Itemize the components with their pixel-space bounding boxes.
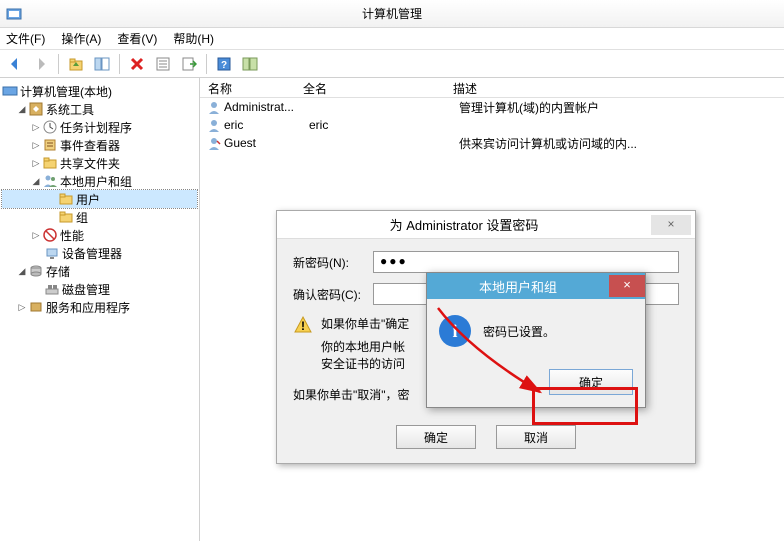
tree-label: 服务和应用程序 xyxy=(46,299,130,316)
dialog-title: 本地用户和组 xyxy=(427,277,609,296)
collapse-icon[interactable]: ◢ xyxy=(16,266,28,277)
tree-label: 组 xyxy=(76,209,88,226)
expand-icon[interactable]: ▷ xyxy=(30,230,42,241)
window-title: 计算机管理 xyxy=(362,5,422,22)
header-name[interactable]: 名称 xyxy=(200,78,295,97)
toolbar-sep xyxy=(206,54,207,74)
help-button[interactable]: ? xyxy=(213,53,235,75)
show-hide-button[interactable] xyxy=(91,53,113,75)
expand-icon[interactable]: ▷ xyxy=(30,140,42,151)
tree-performance[interactable]: ▷ 性能 xyxy=(2,226,197,244)
tree-groups[interactable]: 组 xyxy=(2,208,197,226)
cell-desc: 管理计算机(域)的内置帐户 xyxy=(459,99,784,116)
tree-device-manager[interactable]: 设备管理器 xyxy=(2,244,197,262)
user-icon xyxy=(206,99,222,115)
cancel-button[interactable]: 取消 xyxy=(496,425,576,449)
menu-help[interactable]: 帮助(H) xyxy=(173,30,214,47)
cell-name: eric xyxy=(224,118,309,132)
header-fullname[interactable]: 全名 xyxy=(295,78,445,97)
cell-name: Guest xyxy=(224,136,309,150)
forward-button[interactable] xyxy=(30,53,52,75)
tree-label: 系统工具 xyxy=(46,101,94,118)
expand-icon[interactable]: ▷ xyxy=(16,302,28,313)
dialog-title-bar[interactable]: 本地用户和组 × xyxy=(427,273,645,299)
column-headers: 名称 全名 描述 xyxy=(200,78,784,98)
tree-local-users[interactable]: ◢ 本地用户和组 xyxy=(2,172,197,190)
menu-file[interactable]: 文件(F) xyxy=(6,30,45,47)
svg-text:?: ? xyxy=(221,60,227,71)
info-icon: i xyxy=(439,315,471,347)
cell-full: eric xyxy=(309,118,459,132)
list-item[interactable]: Administrat... 管理计算机(域)的内置帐户 xyxy=(200,98,784,116)
warning-text: 如果你单击"取消"，密 xyxy=(293,388,410,402)
tree-panel: 计算机管理(本地) ◢ 系统工具 ▷ 任务计划程序 ▷ 事件查看器 ▷ 共享文件夹 ◢ 本… xyxy=(0,78,200,541)
list-item[interactable]: Guest 供来宾访问计算机或访问域的内... xyxy=(200,134,784,152)
toolbar-sep xyxy=(119,54,120,74)
tree-label: 性能 xyxy=(60,227,84,244)
tree-event-viewer[interactable]: ▷ 事件查看器 xyxy=(2,136,197,154)
tree-label: 磁盘管理 xyxy=(62,281,110,298)
up-button[interactable] xyxy=(65,53,87,75)
menu-view[interactable]: 查看(V) xyxy=(117,30,157,47)
tree-label: 计算机管理(本地) xyxy=(20,83,112,100)
tree-system-tools[interactable]: ◢ 系统工具 xyxy=(2,100,197,118)
expand-icon[interactable]: ▷ xyxy=(30,158,42,169)
new-password-input[interactable]: ●●● xyxy=(373,251,679,273)
confirm-message: 密码已设置。 xyxy=(483,323,555,340)
back-button[interactable] xyxy=(4,53,26,75)
svg-text:!: ! xyxy=(301,319,305,333)
tree-label: 存储 xyxy=(46,263,70,280)
warning-text: 如果你单击"确定 xyxy=(321,317,409,331)
app-icon xyxy=(6,6,22,22)
dialog-title-bar[interactable]: 为 Administrator 设置密码 × xyxy=(277,211,695,239)
tree-label: 任务计划程序 xyxy=(60,119,132,136)
toolbar-sep xyxy=(58,54,59,74)
export-button[interactable] xyxy=(178,53,200,75)
title-bar: 计算机管理 xyxy=(0,0,784,28)
collapse-icon[interactable]: ◢ xyxy=(30,176,42,187)
tree-root[interactable]: 计算机管理(本地) xyxy=(2,82,197,100)
user-icon xyxy=(206,135,222,151)
new-password-label: 新密码(N): xyxy=(293,254,373,271)
dialog-title: 为 Administrator 设置密码 xyxy=(277,215,651,234)
header-desc[interactable]: 描述 xyxy=(445,78,784,97)
confirm-password-label: 确认密码(C): xyxy=(293,286,373,303)
tree-services[interactable]: ▷ 服务和应用程序 xyxy=(2,298,197,316)
tree-label: 本地用户和组 xyxy=(60,173,132,190)
warning-text: 你的本地用户帐 xyxy=(321,340,405,354)
properties-button[interactable] xyxy=(152,53,174,75)
close-button[interactable]: × xyxy=(651,215,691,235)
menu-bar: 文件(F) 操作(A) 查看(V) 帮助(H) xyxy=(0,28,784,50)
user-icon xyxy=(206,117,222,133)
tree-label: 共享文件夹 xyxy=(60,155,120,172)
expand-icon[interactable]: ▷ xyxy=(30,122,42,133)
close-button[interactable]: × xyxy=(609,275,645,297)
confirm-dialog: 本地用户和组 × i 密码已设置。 确定 xyxy=(426,272,646,408)
cell-name: Administrat... xyxy=(224,100,309,114)
collapse-icon[interactable]: ◢ xyxy=(16,104,28,115)
tree-storage[interactable]: ◢ 存储 xyxy=(2,262,197,280)
tree-users[interactable]: 用户 xyxy=(2,190,197,208)
list-item[interactable]: eric eric xyxy=(200,116,784,134)
cell-desc: 供来宾访问计算机或访问域的内... xyxy=(459,135,784,152)
toolbar: ? xyxy=(0,50,784,78)
delete-button[interactable] xyxy=(126,53,148,75)
warning-icon: ! xyxy=(293,315,313,335)
refresh-button[interactable] xyxy=(239,53,261,75)
tree-task-scheduler[interactable]: ▷ 任务计划程序 xyxy=(2,118,197,136)
warning-text: 安全证书的访问 xyxy=(321,357,405,371)
ok-button[interactable]: 确定 xyxy=(396,425,476,449)
tree-disk-mgmt[interactable]: 磁盘管理 xyxy=(2,280,197,298)
ok-button[interactable]: 确定 xyxy=(549,369,633,395)
tree-label: 事件查看器 xyxy=(60,137,120,154)
tree-shared-folders[interactable]: ▷ 共享文件夹 xyxy=(2,154,197,172)
tree-label: 设备管理器 xyxy=(62,245,122,262)
menu-action[interactable]: 操作(A) xyxy=(61,30,101,47)
tree-label: 用户 xyxy=(76,191,100,208)
